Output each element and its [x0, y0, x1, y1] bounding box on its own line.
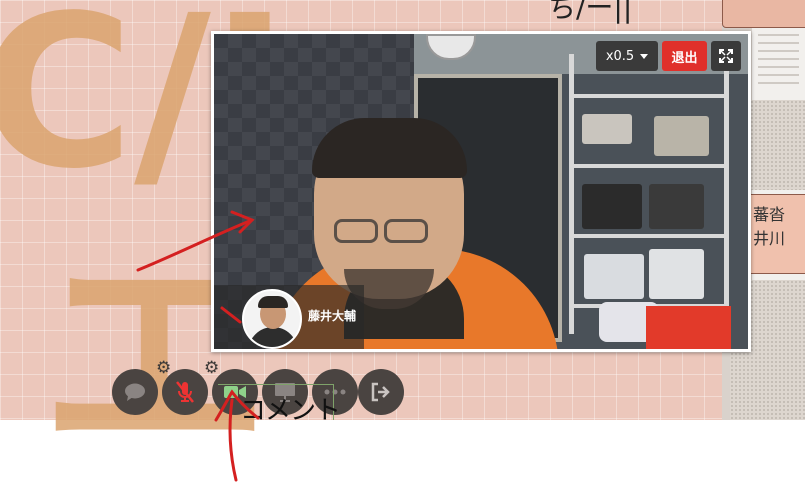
- speed-label: x0.5: [605, 48, 635, 64]
- sign-out-icon: [371, 382, 390, 402]
- exit-button[interactable]: 退出: [662, 41, 707, 71]
- fullscreen-icon: [719, 49, 733, 63]
- chat-bubble-icon: [125, 383, 145, 401]
- participant-name: 藤井大輔: [308, 309, 357, 323]
- comment-tooltip: コメント: [240, 396, 341, 426]
- mic-button[interactable]: [162, 369, 208, 415]
- playback-speed-dropdown[interactable]: x0.5: [596, 41, 658, 71]
- board-top-text: ち/ー||: [548, 0, 633, 24]
- sticky-note-line-2: 井川: [753, 229, 786, 248]
- sticky-note-line-1: 蕃沓: [753, 205, 786, 224]
- mic-muted-icon: [176, 381, 194, 403]
- chat-button[interactable]: [112, 369, 158, 415]
- mic-settings-gear-icon[interactable]: ⚙: [204, 360, 219, 377]
- fullscreen-button[interactable]: [711, 41, 741, 71]
- tooltip-border-top: [218, 384, 334, 385]
- sticky-note-top[interactable]: [722, 0, 805, 28]
- leave-button[interactable]: [358, 369, 404, 415]
- participant-avatar: [242, 289, 302, 349]
- caret-down-icon: [640, 53, 649, 59]
